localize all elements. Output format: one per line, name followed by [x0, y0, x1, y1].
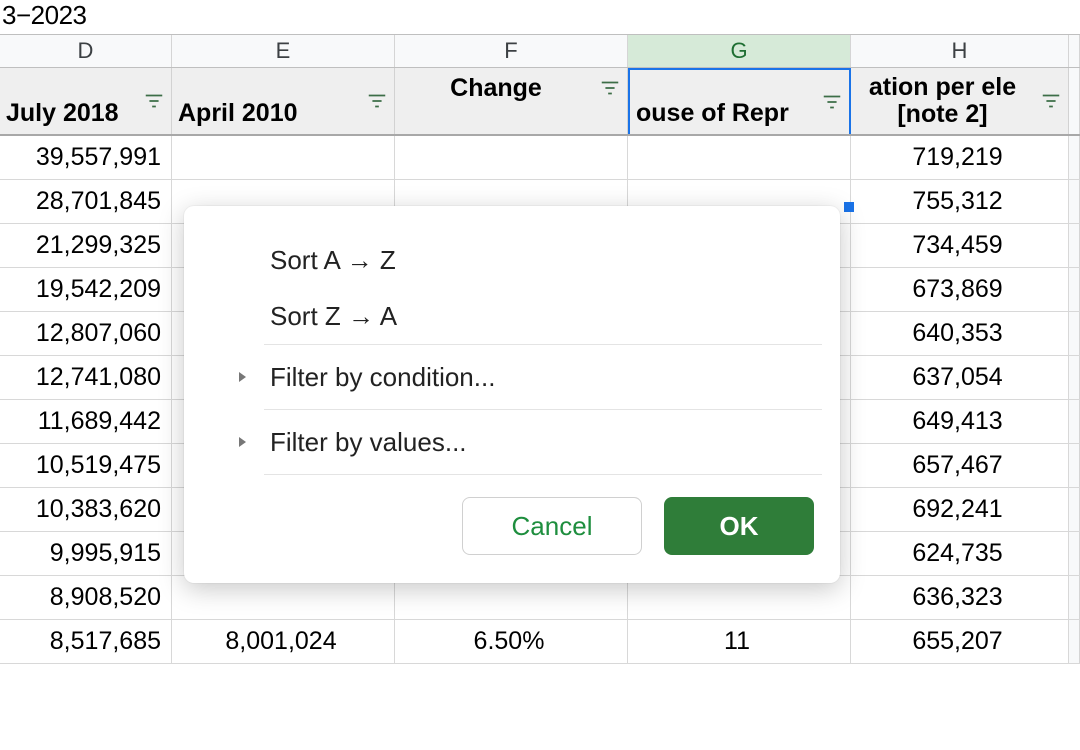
cell-h[interactable]: 719,219: [851, 136, 1069, 179]
popup-button-row: Cancel OK: [184, 475, 840, 555]
col-header-E[interactable]: E: [172, 35, 395, 67]
cell-blank: [1069, 268, 1080, 311]
triangle-right-icon: [236, 371, 248, 383]
cell-h[interactable]: 692,241: [851, 488, 1069, 531]
filter-vals-label: Filter by values...: [270, 427, 467, 458]
column-headers-row: D E F G H: [0, 34, 1080, 68]
cell-blank: [1069, 532, 1080, 575]
cell-d[interactable]: 19,542,209: [0, 268, 172, 311]
cell-h[interactable]: 673,869: [851, 268, 1069, 311]
header-label: July 2018: [0, 99, 119, 128]
col-header-H[interactable]: H: [851, 35, 1069, 67]
cell-blank: [1069, 312, 1080, 355]
cell-h[interactable]: 637,054: [851, 356, 1069, 399]
cell-d[interactable]: 8,517,685: [0, 620, 172, 663]
cell-h[interactable]: 649,413: [851, 400, 1069, 443]
cell-f[interactable]: 6.50%: [395, 620, 628, 663]
table-header-row: July 2018 April 2010 Change ouse of Repr…: [0, 68, 1080, 136]
cell-blank: [1069, 488, 1080, 531]
cell-h[interactable]: 755,312: [851, 180, 1069, 223]
header-cell-change[interactable]: Change: [395, 68, 628, 134]
sort-az-option[interactable]: Sort A → Z: [184, 232, 840, 288]
cell-h[interactable]: 655,207: [851, 620, 1069, 663]
filter-icon[interactable]: [821, 91, 843, 113]
filter-by-condition[interactable]: Filter by condition...: [184, 345, 840, 409]
filter-cond-label: Filter by condition...: [270, 362, 495, 393]
cell-d[interactable]: 28,701,845: [0, 180, 172, 223]
cell-blank: [1069, 620, 1080, 663]
cell-blank: [1069, 400, 1080, 443]
header-cell-july2018[interactable]: July 2018: [0, 68, 172, 134]
header-label: April 2010: [172, 99, 298, 128]
table-row: 8,517,6858,001,0246.50%11655,207: [0, 620, 1080, 664]
header-cell-april2010[interactable]: April 2010: [172, 68, 395, 134]
triangle-right-icon: [236, 436, 248, 448]
header-cell-house-repr[interactable]: ouse of Repr: [628, 68, 851, 134]
cell-d[interactable]: 21,299,325: [0, 224, 172, 267]
spreadsheet-viewport: D E F G H July 2018 April 2010 Change ou…: [0, 34, 1080, 664]
cell-g[interactable]: 11: [628, 620, 851, 663]
cell-h[interactable]: 657,467: [851, 444, 1069, 487]
cell-d[interactable]: 10,383,620: [0, 488, 172, 531]
sort-za-option[interactable]: Sort Z → A: [184, 288, 840, 344]
cell-e[interactable]: 8,001,024: [172, 620, 395, 663]
cell-blank: [1069, 356, 1080, 399]
filter-icon[interactable]: [599, 77, 621, 99]
header-label-line1: ation per ele: [869, 74, 1016, 102]
cell-d[interactable]: 39,557,991: [0, 136, 172, 179]
cell-blank: [1069, 136, 1080, 179]
ok-button[interactable]: OK: [664, 497, 814, 555]
col-header-D[interactable]: D: [0, 35, 172, 67]
cell-blank: [1069, 576, 1080, 619]
cell-h[interactable]: 624,735: [851, 532, 1069, 575]
col-header-G[interactable]: G: [628, 35, 851, 67]
header-label-line2: [note 2]: [897, 101, 987, 129]
cell-blank: [1069, 444, 1080, 487]
title-fragment: 3−2023: [0, 0, 1080, 34]
cell-d[interactable]: 12,807,060: [0, 312, 172, 355]
header-cell-per-elec[interactable]: ation per ele [note 2]: [851, 68, 1069, 134]
cell-d[interactable]: 11,689,442: [0, 400, 172, 443]
table-row: 39,557,991 719,219: [0, 136, 1080, 180]
header-label: ouse of Repr: [630, 99, 789, 128]
cell-h[interactable]: 734,459: [851, 224, 1069, 267]
filter-by-values[interactable]: Filter by values...: [184, 410, 840, 474]
cell-g[interactable]: [628, 136, 851, 179]
filter-icon[interactable]: [366, 90, 388, 112]
header-blank: [1069, 68, 1080, 134]
filter-sort-popup: Sort A → Z Sort Z → A Filter by conditio…: [184, 206, 840, 583]
cell-d[interactable]: 9,995,915: [0, 532, 172, 575]
cell-f[interactable]: [395, 136, 628, 179]
selection-handle[interactable]: [844, 202, 854, 212]
cancel-button[interactable]: Cancel: [462, 497, 642, 555]
header-label: Change: [450, 74, 542, 103]
cell-e[interactable]: [172, 136, 395, 179]
col-header-F[interactable]: F: [395, 35, 628, 67]
cell-d[interactable]: 8,908,520: [0, 576, 172, 619]
cell-blank: [1069, 180, 1080, 223]
cell-d[interactable]: 10,519,475: [0, 444, 172, 487]
cell-h[interactable]: 640,353: [851, 312, 1069, 355]
filter-icon[interactable]: [1040, 90, 1062, 112]
col-header-blank: [1069, 35, 1080, 67]
cell-blank: [1069, 224, 1080, 267]
filter-icon[interactable]: [143, 90, 165, 112]
cell-d[interactable]: 12,741,080: [0, 356, 172, 399]
cell-h[interactable]: 636,323: [851, 576, 1069, 619]
